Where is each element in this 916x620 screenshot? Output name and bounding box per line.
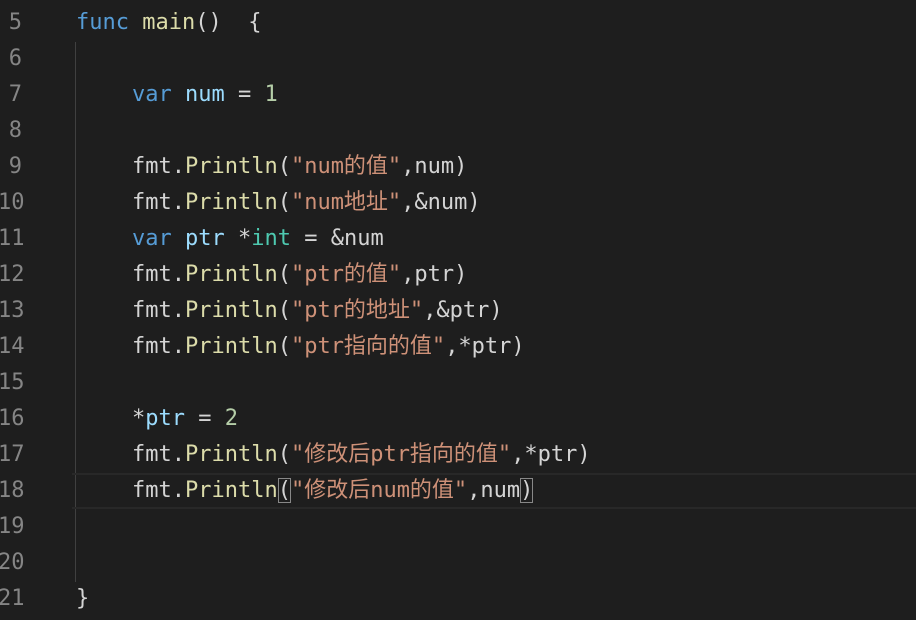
code-line-16[interactable]: *ptr = 2 — [132, 401, 238, 437]
code-line-7[interactable]: var num = 1 — [132, 77, 278, 113]
code-token: ,&ptr) — [423, 298, 503, 323]
string-token: "ptr指向的值" — [290, 334, 446, 359]
code-token: fmt. — [132, 154, 185, 179]
number-token: 2 — [224, 406, 238, 431]
line-number: 14 — [0, 334, 25, 359]
line-number: 8 — [8, 118, 22, 143]
function-token: Println — [184, 190, 278, 215]
line-number: 9 — [8, 154, 22, 179]
code-token: ,&num) — [401, 190, 481, 215]
function-token: Println — [184, 442, 278, 467]
code-token: ,num — [467, 478, 521, 503]
matched-bracket-close: ) — [520, 478, 534, 503]
code-line-17[interactable]: fmt.Println("修改后ptr指向的值",*ptr) — [132, 437, 591, 473]
code-line-10[interactable]: fmt.Println("num地址",&num) — [132, 185, 481, 221]
keyword-token: func — [76, 10, 129, 35]
code-token: ,ptr) — [401, 262, 468, 287]
operator-token: * — [132, 406, 146, 431]
function-token: Println — [184, 478, 278, 503]
line-number: 6 — [8, 46, 22, 71]
code-line-18[interactable]: fmt.Println("修改后num的值",num) — [132, 473, 534, 509]
line-number: 17 — [0, 442, 25, 467]
code-token: fmt. — [132, 298, 185, 323]
number-token: 1 — [264, 82, 278, 107]
closing-brace: } — [76, 586, 90, 611]
code-token: ( — [277, 190, 291, 215]
line-number: 18 — [0, 478, 25, 503]
code-line-11[interactable]: var ptr *int = &num — [132, 221, 384, 257]
line-number: 12 — [0, 262, 25, 287]
line-number: 11 — [0, 226, 25, 251]
code-token: fmt. — [132, 478, 185, 503]
code-token: = &num — [291, 226, 384, 251]
matched-bracket-open: ( — [277, 478, 291, 503]
keyword-token: var — [132, 82, 172, 107]
code-editor[interactable]: 5 6 7 8 9 10 11 12 13 14 15 16 17 18 19 … — [0, 0, 916, 620]
code-line-13[interactable]: fmt.Println("ptr的地址",&ptr) — [132, 293, 503, 329]
function-token: main — [142, 10, 196, 35]
code-token: ,*ptr) — [511, 442, 591, 467]
line-number: 5 — [8, 10, 22, 35]
function-token: Println — [184, 298, 278, 323]
string-token: "ptr的值" — [290, 262, 402, 287]
line-number: 21 — [0, 586, 25, 611]
code-line-14[interactable]: fmt.Println("ptr指向的值",*ptr) — [132, 329, 525, 365]
string-token: "num的值" — [290, 154, 402, 179]
keyword-token: var — [132, 226, 172, 251]
function-token: Println — [184, 262, 278, 287]
function-token: Println — [184, 154, 278, 179]
type-token: int — [251, 226, 291, 251]
code-token: ,*ptr) — [445, 334, 525, 359]
code-line-12[interactable]: fmt.Println("ptr的值",ptr) — [132, 257, 467, 293]
function-token: Println — [184, 334, 278, 359]
code-token: ( — [277, 262, 291, 287]
code-token: ( — [277, 154, 291, 179]
code-token: fmt. — [132, 334, 185, 359]
code-token: ( — [277, 334, 291, 359]
variable-token: num — [185, 82, 225, 107]
string-token: "num地址" — [290, 190, 402, 215]
variable-token: ptr — [185, 226, 225, 251]
code-token: ( — [277, 442, 291, 467]
code-token: () { — [195, 10, 262, 35]
code-line-21[interactable]: } — [76, 581, 89, 617]
line-number: 19 — [0, 514, 25, 539]
line-number: 13 — [0, 298, 25, 323]
code-token: fmt. — [132, 262, 185, 287]
line-number-gutter: 5 6 7 8 9 10 11 12 13 14 15 16 17 18 19 … — [0, 0, 40, 620]
string-token: "ptr的地址" — [290, 298, 424, 323]
string-token: "修改后num的值" — [290, 478, 468, 503]
code-line-9[interactable]: fmt.Println("num的值",num) — [132, 149, 467, 185]
operator-token: * — [224, 226, 252, 251]
code-token: ( — [277, 298, 291, 323]
operator-token: = — [185, 406, 225, 431]
variable-token: ptr — [145, 406, 185, 431]
line-number: 16 — [0, 406, 25, 431]
line-number: 20 — [0, 550, 25, 575]
string-token: "修改后ptr指向的值" — [290, 442, 512, 467]
code-token: fmt. — [132, 442, 185, 467]
code-line-5[interactable]: func main() { — [76, 5, 261, 41]
line-number: 7 — [8, 82, 22, 107]
line-number: 15 — [0, 370, 25, 395]
code-token: ,num) — [401, 154, 468, 179]
operator-token: = — [224, 82, 265, 107]
code-token: fmt. — [132, 190, 185, 215]
line-number: 10 — [0, 190, 25, 215]
